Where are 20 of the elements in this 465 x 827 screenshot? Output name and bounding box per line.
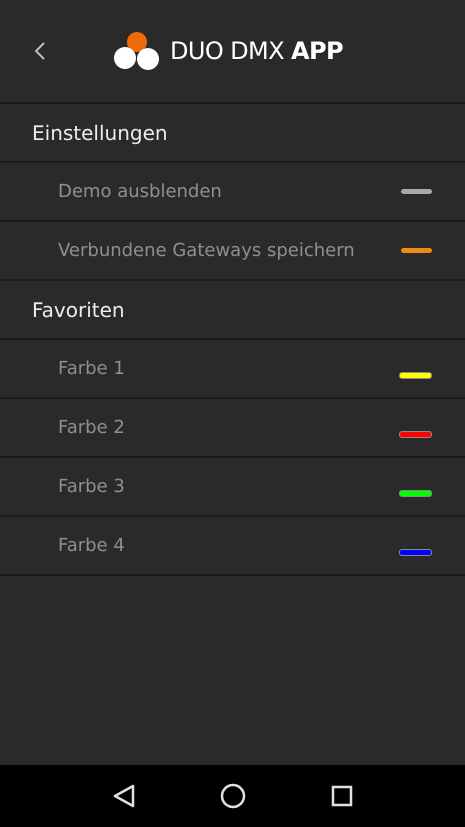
color-swatch[interactable]: [399, 431, 432, 438]
toggle-indicator[interactable]: [401, 248, 432, 253]
color-swatch[interactable]: [399, 490, 432, 497]
setting-label: Verbundene Gateways speichern: [58, 239, 355, 263]
section-header: Favoriten: [32, 296, 125, 324]
setting-label: Farbe 3: [58, 475, 125, 499]
logo-icon: [114, 31, 160, 71]
setting-label: Demo ausblenden: [58, 180, 222, 204]
setting-label: Farbe 4: [58, 534, 125, 558]
back-icon[interactable]: [112, 784, 134, 808]
color-swatch[interactable]: [399, 549, 432, 556]
setting-label: Farbe 2: [58, 416, 125, 440]
setting-label: Farbe 1: [58, 357, 125, 381]
toggle-indicator[interactable]: [401, 189, 432, 194]
back-icon: [35, 42, 45, 60]
home-icon[interactable]: [220, 783, 246, 809]
color-swatch[interactable]: [399, 372, 432, 379]
overview-icon[interactable]: [330, 785, 352, 807]
app-title: DUO DMX APP: [170, 36, 343, 67]
section-header: Einstellungen: [32, 120, 168, 146]
